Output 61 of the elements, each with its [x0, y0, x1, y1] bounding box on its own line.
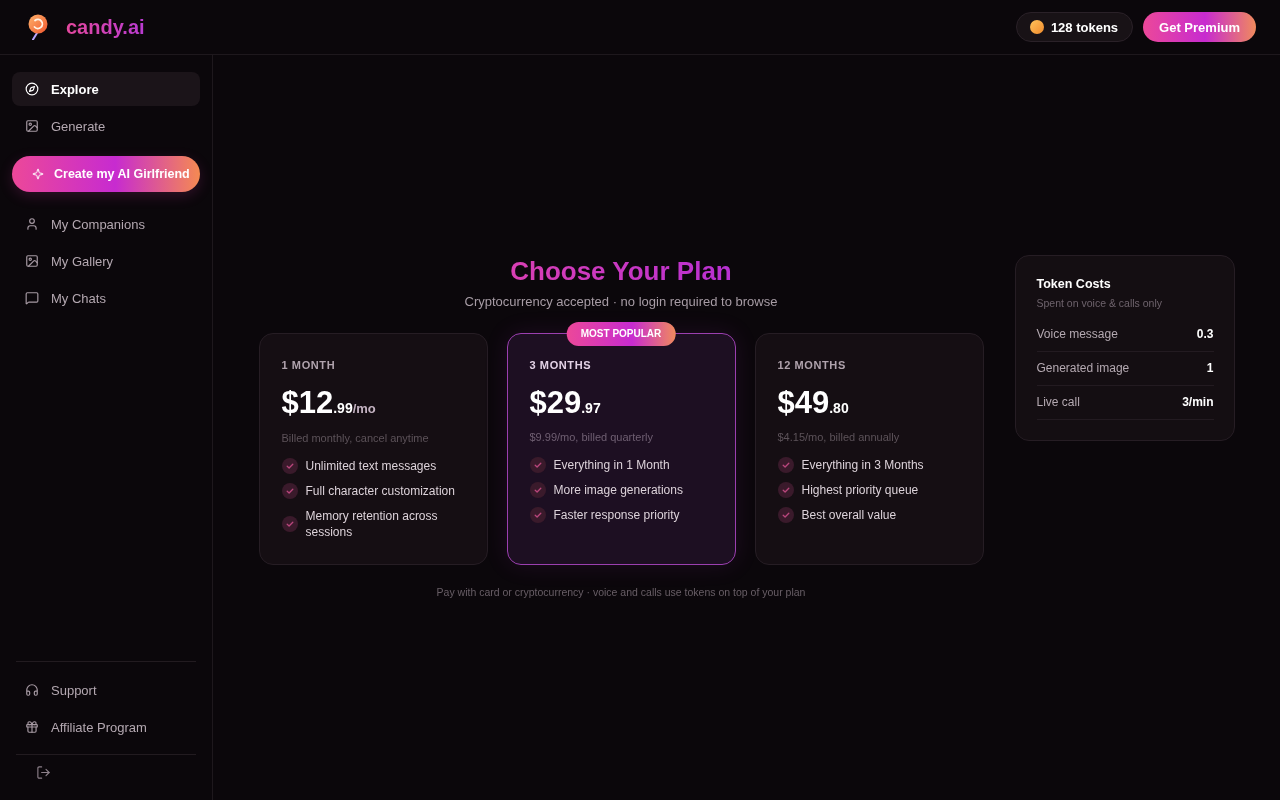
payment-note: Pay with card or cryptocurrency · voice and calls use tokens on top of your plan: [436, 584, 806, 599]
check-icon: [777, 506, 794, 523]
sidebar-nav-item[interactable]: My Gallery: [12, 244, 200, 278]
cost-value: 0.3: [1196, 327, 1214, 341]
token-count: 128 tokens: [1050, 19, 1119, 35]
plan-price: $49.80: [777, 386, 850, 422]
billing-note: $9.99/mo, billed quarterly: [529, 429, 654, 444]
check-icon: [777, 481, 794, 498]
feature-text: Full character customization: [305, 482, 455, 499]
image-icon: [25, 119, 39, 133]
panel-subtitle: Spent on voice & calls only: [1036, 295, 1163, 310]
panel-title: Token Costs: [1036, 275, 1112, 292]
plan-duration: 12 MONTHS: [777, 357, 847, 372]
coin-icon: [1029, 20, 1044, 34]
feature-text: Everything in 3 Months: [801, 456, 924, 473]
gift-icon: [25, 720, 39, 734]
chat-bubble-icon: [25, 291, 39, 305]
user-icon: [25, 217, 39, 231]
sidebar-nav-item[interactable]: My Chats: [12, 281, 200, 315]
feature-text: More image generations: [553, 481, 683, 498]
feature-text: Unlimited text messages: [305, 457, 437, 474]
plan-card[interactable]: 12 MONTHS $49.80 $4.15/mo, billed annually Everything in 3 Months Highest priority queue Best overall value: [754, 332, 984, 565]
plan-card[interactable]: 1 MONTH $12.99/mo Billed monthly, cancel anytime Unlimited text messages Full character customization Memory retention across sessions: [258, 332, 488, 565]
check-icon: [529, 456, 546, 473]
check-icon: [281, 515, 298, 532]
check-icon: [529, 506, 546, 523]
cost-label: Voice message: [1036, 327, 1118, 341]
plan-price: $12.99/mo: [281, 386, 377, 422]
sidebar-nav-item[interactable]: Generate: [12, 109, 200, 143]
plan-price: $29.97: [529, 386, 602, 422]
page-subtitle: Cryptocurrency accepted · no login required to browse: [464, 292, 778, 311]
feature-text: Everything in 1 Month: [553, 456, 670, 473]
create-girlfriend-button[interactable]: Create my AI Girlfriend: [12, 156, 200, 192]
image-icon: [25, 254, 39, 268]
check-icon: [777, 456, 794, 473]
logout-icon[interactable]: [36, 764, 51, 780]
get-premium-button[interactable]: Get Premium: [1143, 12, 1256, 42]
sparkle-icon: [32, 168, 44, 180]
plan-duration: 3 MONTHS: [529, 357, 593, 372]
sidebar-nav-item[interactable]: Explore: [12, 72, 200, 106]
cost-label: Generated image: [1036, 361, 1130, 375]
billing-note: Billed monthly, cancel anytime: [281, 430, 430, 445]
sidebar-nav-item[interactable]: My Companions: [12, 207, 200, 241]
lollipop-logo-icon: [26, 14, 50, 40]
feature-text: Memory retention across sessions: [305, 507, 439, 540]
feature-text: Highest priority queue: [801, 481, 919, 498]
billing-note: $4.15/mo, billed annually: [777, 429, 901, 444]
check-icon: [529, 481, 546, 498]
cost-value: 1: [1206, 361, 1214, 375]
popular-badge: MOST POPULAR: [566, 321, 676, 346]
cost-value: 3/min: [1182, 395, 1214, 409]
plan-duration: 1 MONTH: [281, 357, 337, 372]
compass-icon: [25, 82, 39, 96]
sidebar-nav-item[interactable]: Affiliate Program: [12, 710, 200, 744]
sidebar-nav-item[interactable]: Support: [12, 673, 200, 707]
feature-text: Faster response priority: [553, 506, 680, 523]
check-icon: [281, 457, 298, 474]
cost-label: Live call: [1036, 395, 1080, 409]
feature-text: Best overall value: [801, 506, 897, 523]
check-icon: [281, 482, 298, 499]
headphones-icon: [25, 683, 39, 697]
